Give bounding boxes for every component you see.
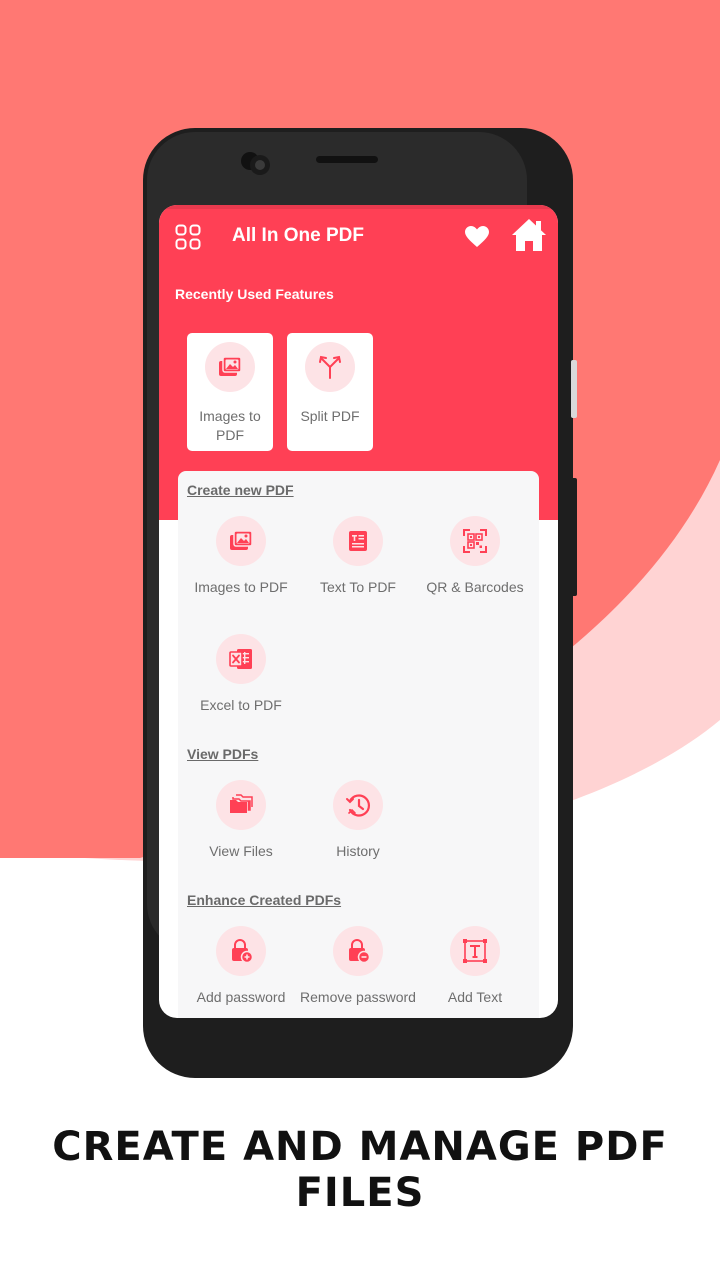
icon-circle: [305, 342, 355, 392]
recent-split-pdf-card[interactable]: Split PDF: [287, 333, 373, 451]
tool-label: History: [336, 843, 380, 859]
add-text-icon: [463, 939, 487, 963]
icon-circle: [216, 516, 266, 566]
tool-view-files[interactable]: View Files: [182, 780, 300, 870]
phone-power-button: [571, 478, 577, 596]
recent-card-label: Split PDF: [300, 408, 360, 424]
images-icon: [219, 356, 242, 376]
heart-icon[interactable]: [464, 225, 490, 249]
tool-add-password[interactable]: Add password: [182, 926, 300, 1016]
home-icon[interactable]: [511, 217, 547, 253]
images-icon: [230, 530, 253, 550]
lock-remove-icon: [349, 939, 371, 964]
section-title-enhance: Enhance Created PDFs: [187, 892, 342, 908]
tool-label: Images to PDF: [194, 579, 288, 595]
excel-icon: [229, 649, 252, 669]
tool-remove-password[interactable]: Remove password: [299, 926, 417, 1016]
lock-add-icon: [232, 939, 254, 964]
app-screen: All In One PDF Recently Used Features Im…: [159, 205, 558, 1018]
icon-circle: [216, 926, 266, 976]
tool-label: Excel to PDF: [200, 697, 282, 713]
tool-qr-barcodes[interactable]: QR & Barcodes: [416, 516, 534, 606]
tool-label: Text To PDF: [320, 579, 396, 595]
section-title-view: View PDFs: [187, 746, 259, 762]
app-title: All In One PDF: [232, 225, 364, 246]
icon-circle: [333, 926, 383, 976]
tool-images-to-pdf[interactable]: Images to PDF: [182, 516, 300, 606]
tool-label: Add password: [196, 989, 286, 1005]
status-bar: [159, 205, 558, 209]
tool-label: Add Text: [447, 989, 503, 1005]
text-document-icon: [349, 531, 367, 551]
icon-circle: [216, 780, 266, 830]
phone-speaker: [316, 156, 378, 163]
icon-circle: [205, 342, 255, 392]
icon-circle: [333, 516, 383, 566]
tool-history[interactable]: History: [299, 780, 417, 870]
promo-tagline: CREATE AND MANAGE PDF FILES: [52, 1124, 668, 1216]
folder-icon: [230, 794, 253, 813]
tool-text-to-pdf[interactable]: Text To PDF: [299, 516, 417, 606]
camera-icon: [241, 152, 270, 175]
grid-icon[interactable]: [175, 224, 201, 250]
qr-scan-icon: [463, 529, 487, 553]
recent-images-to-pdf-card[interactable]: Images to PDF: [187, 333, 273, 451]
icon-circle: [450, 926, 500, 976]
tool-label: Remove password: [300, 989, 416, 1005]
history-icon: [346, 794, 370, 817]
features-panel: Create new PDF Images to PDF Text To PDF…: [178, 471, 539, 1018]
phone-side-button: [571, 360, 577, 418]
recent-card-label: Images to PDF: [199, 408, 261, 443]
tool-label: QR & Barcodes: [426, 579, 524, 595]
recent-features-title: Recently Used Features: [175, 286, 334, 302]
tool-add-text[interactable]: Add Text: [416, 926, 534, 1016]
split-icon: [319, 355, 341, 379]
icon-circle: [333, 780, 383, 830]
icon-circle: [450, 516, 500, 566]
tool-excel-to-pdf[interactable]: Excel to PDF: [182, 634, 300, 724]
tool-label: View Files: [209, 843, 273, 859]
icon-circle: [216, 634, 266, 684]
section-title-create: Create new PDF: [187, 482, 294, 498]
